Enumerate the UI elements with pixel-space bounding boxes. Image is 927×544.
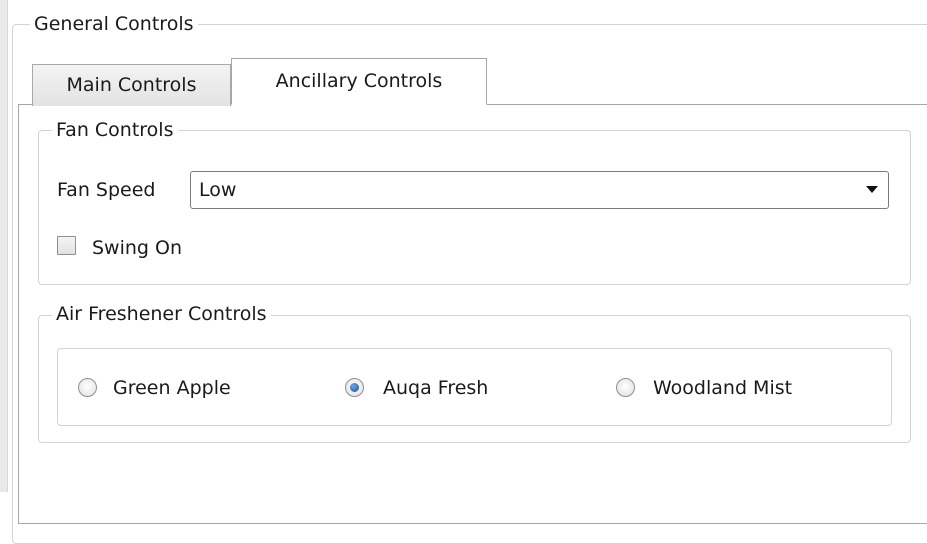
radio-selected-dot-icon <box>350 383 359 392</box>
window-left-edge <box>0 0 8 492</box>
fan-speed-dropdown[interactable]: Low <box>190 171 889 209</box>
auqa-fresh-label[interactable]: Auqa Fresh <box>383 376 488 400</box>
woodland-mist-label[interactable]: Woodland Mist <box>653 376 792 400</box>
fan-speed-label: Fan Speed <box>57 179 156 201</box>
swing-on-checkbox[interactable] <box>57 236 76 255</box>
green-apple-label[interactable]: Green Apple <box>113 376 231 400</box>
tab-ancillary-controls-label: Ancillary Controls <box>275 70 443 92</box>
swing-on-label[interactable]: Swing On <box>92 236 182 260</box>
woodland-mist-radio[interactable] <box>616 378 635 397</box>
tab-ancillary-controls[interactable]: Ancillary Controls <box>231 58 487 105</box>
green-apple-radio[interactable] <box>78 378 97 397</box>
general-controls-title: General Controls <box>30 12 198 36</box>
auqa-fresh-radio[interactable] <box>345 378 364 397</box>
tab-main-controls-label: Main Controls <box>66 74 197 96</box>
dropdown-arrow-icon[interactable] <box>866 186 878 193</box>
tab-main-controls[interactable]: Main Controls <box>32 64 231 106</box>
air-freshener-title: Air Freshener Controls <box>52 302 271 326</box>
fan-controls-title: Fan Controls <box>52 118 178 142</box>
fan-speed-value: Low <box>199 179 237 201</box>
